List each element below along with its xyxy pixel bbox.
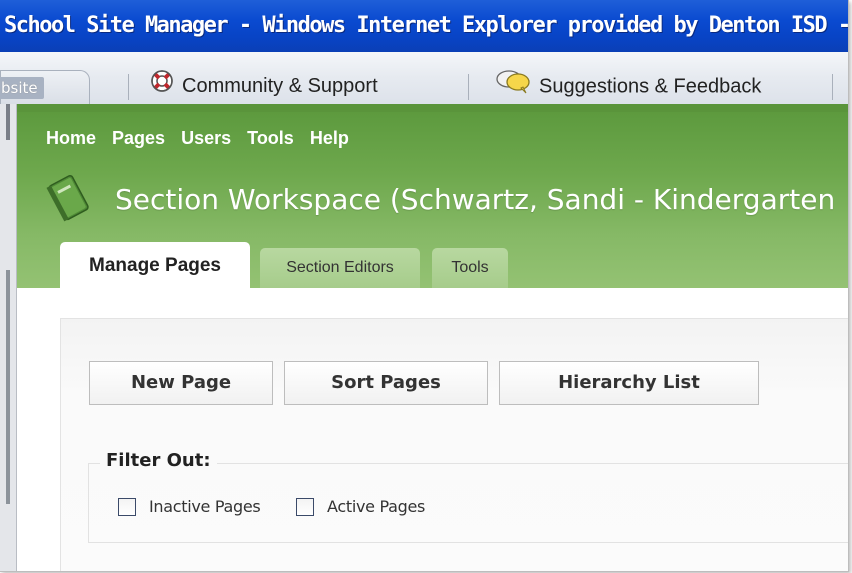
window-title: School Site Manager - Windows Internet E…	[4, 13, 848, 38]
tab-section-editors[interactable]: Section Editors	[260, 248, 420, 288]
nav-home[interactable]: Home	[46, 128, 96, 148]
active-pages-label[interactable]: Active Pages	[327, 497, 425, 516]
new-page-button[interactable]: New Page	[89, 361, 273, 405]
tab-tools[interactable]: Tools	[432, 248, 508, 288]
nav-pages[interactable]: Pages	[112, 128, 165, 148]
header-top-band	[17, 104, 848, 112]
nav-help[interactable]: Help	[310, 128, 349, 148]
tab-manage-pages[interactable]: Manage Pages	[60, 242, 250, 288]
suggestions-feedback-link[interactable]: Suggestions & Feedback	[495, 68, 761, 104]
suggestions-feedback-label: Suggestions & Feedback	[539, 75, 762, 98]
nav-tools[interactable]: Tools	[247, 128, 294, 148]
speech-bubbles-icon	[495, 68, 531, 106]
separator	[128, 74, 129, 100]
strip-marker	[6, 270, 10, 504]
active-pages-checkbox[interactable]	[296, 498, 314, 516]
lifebuoy-icon	[150, 69, 174, 105]
separator	[832, 74, 833, 100]
filter-legend: Filter Out:	[100, 450, 217, 471]
workspace-title: Section Workspace (Schwartz, Sandi - Kin…	[115, 183, 836, 216]
left-scroll-strip	[0, 104, 17, 571]
separator	[468, 74, 469, 100]
browser-window: School Site Manager - Windows Internet E…	[0, 0, 849, 572]
browser-tab-label: bsite	[0, 77, 44, 99]
inactive-pages-label[interactable]: Inactive Pages	[149, 497, 261, 516]
hierarchy-list-button[interactable]: Hierarchy List	[499, 361, 759, 405]
nav-users[interactable]: Users	[181, 128, 231, 148]
strip-marker	[6, 104, 10, 140]
community-support-link[interactable]: Community & Support	[150, 68, 378, 104]
window-title-bar[interactable]: School Site Manager - Windows Internet E…	[0, 0, 848, 52]
inactive-pages-checkbox[interactable]	[118, 498, 136, 516]
community-support-label: Community & Support	[182, 75, 378, 97]
sort-pages-button[interactable]: Sort Pages	[284, 361, 488, 405]
command-bar: bsite Community & Support Suggestions & …	[0, 52, 848, 105]
top-navigation: Home Pages Users Tools Help	[46, 128, 360, 152]
book-icon	[44, 168, 96, 230]
browser-tab-website[interactable]: bsite	[0, 70, 90, 105]
